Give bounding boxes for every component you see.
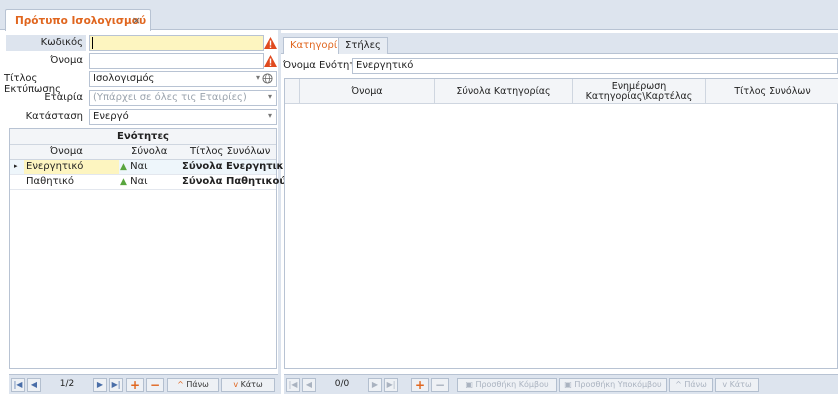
categories-grid: Όνομα Σύνολα Κατηγορίας Ενημέρωση Κατηγο… (284, 78, 838, 369)
code-label: Κωδικός (40, 37, 83, 48)
column-header[interactable]: Όνομα (50, 146, 83, 157)
first-record-icon[interactable]: |◀ (286, 378, 300, 392)
section-name-field[interactable]: Ενεργητικό (352, 58, 838, 74)
chevron-down-icon[interactable]: ▾ (268, 111, 272, 120)
totals-cell[interactable]: ▲ Ναι (120, 176, 148, 187)
sections-header: Όνομα Σύνολα Τίτλος Συνόλων (10, 145, 276, 160)
categories-header: Όνομα Σύνολα Κατηγορίας Ενημέρωση Κατηγο… (285, 79, 838, 104)
code-label-cell: Κωδικός (6, 35, 86, 51)
status-select[interactable]: Ενεργό ▾ (89, 109, 277, 125)
totals-title-cell[interactable]: Σύνολα Ενεργητικού (182, 161, 297, 172)
totals-title-cell[interactable]: Σύνολα Παθητικού (182, 176, 286, 187)
subnode-icon: ▣ (564, 380, 572, 389)
column-header[interactable]: Τίτλος Συνόλων (190, 146, 270, 157)
add-icon[interactable]: + (126, 378, 144, 392)
sections-title: Ενότητες (10, 129, 276, 145)
node-icon: ▣ (465, 380, 473, 389)
section-name-cell[interactable]: Παθητικό (26, 176, 74, 187)
document-tab[interactable]: Πρότυπο Ισολογισμού × (5, 9, 151, 31)
move-up-button[interactable]: ^ Πάνω (669, 378, 713, 392)
dropdown-arrow-icon[interactable]: ▾ (256, 73, 260, 82)
record-position: 0/0 (318, 378, 366, 392)
add-subnode-button[interactable]: ▣ Προσθήκη Υποκόμβου (559, 378, 667, 392)
globe-icon[interactable] (262, 73, 273, 84)
name-label-cell: Όνομα (6, 53, 86, 69)
chevron-up-icon: ^ (675, 380, 682, 389)
required-warning-icon (264, 55, 277, 67)
add-icon[interactable]: + (411, 378, 429, 392)
remove-icon[interactable]: − (431, 378, 449, 392)
categories-navigator: |◀ ◀ 0/0 ▶ ▶| + − ▣ Προσθήκη Κόμβου ▣ Πρ… (284, 374, 838, 394)
add-node-button[interactable]: ▣ Προσθήκη Κόμβου (457, 378, 557, 392)
next-record-icon[interactable]: ▶ (93, 378, 107, 392)
last-record-icon[interactable]: ▶| (384, 378, 398, 392)
row-indicator-icon: ▸ (14, 162, 18, 170)
table-row[interactable]: Παθητικό ▲ Ναι Σύνολα Παθητικού (10, 175, 286, 190)
previous-record-icon[interactable]: ◀ (302, 378, 316, 392)
tab-columns[interactable]: Στήλες (338, 37, 388, 54)
name-label: Όνομα (50, 55, 83, 66)
column-header[interactable]: Ενημέρωση Κατηγορίας\Καρτέλας (572, 79, 705, 104)
column-header[interactable]: Σύνολα (131, 146, 167, 157)
next-record-icon[interactable]: ▶ (368, 378, 382, 392)
company-label: Εταιρία (44, 92, 83, 103)
sections-grid: Ενότητες Όνομα Σύνολα Τίτλος Συνόλων ▸ Ε… (9, 128, 297, 369)
first-record-icon[interactable]: |◀ (11, 378, 25, 392)
close-tab-icon[interactable]: × (132, 14, 141, 27)
document-tab-title: Πρότυπο Ισολογισμού (15, 15, 147, 27)
table-row[interactable]: ▸ Ενεργητικό ▲ Ναι Σύνολα Ενεργητικού (10, 160, 297, 175)
chevron-up-icon: ^ (177, 380, 184, 389)
totals-cell[interactable]: ▲ Ναι (120, 161, 148, 172)
last-record-icon[interactable]: ▶| (109, 378, 123, 392)
column-header[interactable]: Όνομα (299, 79, 434, 104)
thumbs-up-icon: ▲ (120, 177, 127, 187)
chevron-down-icon[interactable]: ▾ (268, 92, 272, 101)
splitter[interactable] (278, 30, 281, 394)
section-name-cell[interactable]: Ενεργητικό (24, 160, 119, 174)
move-up-button[interactable]: ^ Πάνω (167, 378, 219, 392)
thumbs-up-icon: ▲ (120, 162, 127, 172)
print-title-label-cell: Τίτλος Εκτύπωσης (4, 71, 86, 95)
sections-navigator: |◀ ◀ 1/2 ▶ ▶| + − ^ Πάνω v Κάτω (9, 374, 278, 394)
name-field[interactable] (89, 53, 264, 69)
status-label-cell: Κατάσταση (6, 109, 86, 125)
move-down-button[interactable]: v Κάτω (715, 378, 759, 392)
required-warning-icon (264, 37, 277, 49)
right-tab-strip: Κατηγορίες Στήλες (281, 33, 838, 54)
previous-record-icon[interactable]: ◀ (27, 378, 41, 392)
chevron-down-icon: v (233, 380, 239, 389)
column-header[interactable]: Τίτλος Συνόλων (705, 79, 838, 104)
print-title-field[interactable]: Ισολογισμός ▾ (89, 71, 277, 87)
chevron-down-icon: v (722, 380, 728, 389)
code-field[interactable] (89, 35, 264, 51)
remove-icon[interactable]: − (146, 378, 164, 392)
status-label: Κατάσταση (25, 111, 83, 122)
company-label-cell: Εταιρία (6, 90, 86, 106)
record-position: 1/2 (43, 378, 91, 392)
company-select[interactable]: (Υπάρχει σε όλες τις Εταιρίες) ▾ (89, 90, 277, 106)
text-cursor (92, 37, 93, 49)
column-header[interactable]: Σύνολα Κατηγορίας (434, 79, 572, 104)
move-down-button[interactable]: v Κάτω (221, 378, 275, 392)
